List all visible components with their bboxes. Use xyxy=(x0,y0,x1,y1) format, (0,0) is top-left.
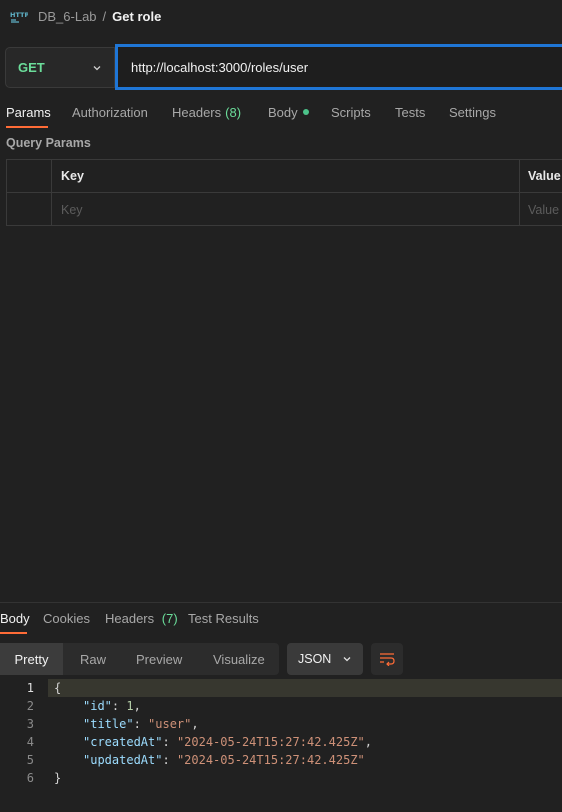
column-header-value: Value xyxy=(528,169,561,183)
method-select[interactable]: GET xyxy=(5,47,115,88)
json-key: "id" xyxy=(83,699,112,713)
code-line: 4 "createdAt": "2024-05-24T15:27:42.425Z… xyxy=(0,733,562,751)
tab-tests-label: Tests xyxy=(395,104,426,120)
code-line: 6 } xyxy=(0,769,562,787)
response-tab-test-results[interactable]: Test Results xyxy=(188,611,259,629)
tab-params-label: Params xyxy=(6,104,51,120)
open-brace: { xyxy=(54,681,62,695)
response-tab-headers[interactable]: Headers (7) xyxy=(105,611,178,629)
line-number: 3 xyxy=(26,717,34,731)
breadcrumb: HTTP DB_6-Lab / Get role xyxy=(10,6,161,26)
chevron-down-icon xyxy=(93,65,101,70)
code-line: 1 { xyxy=(0,679,562,697)
line-number: 2 xyxy=(26,699,34,713)
format-select[interactable]: JSON xyxy=(287,643,363,675)
request-title[interactable]: Get role xyxy=(112,9,161,24)
param-value-placeholder: Value xyxy=(528,202,560,217)
params-empty-row: Key Value xyxy=(7,193,562,226)
query-params-table: Key Value Key Value xyxy=(6,159,562,226)
view-raw-button[interactable]: Raw xyxy=(80,643,106,675)
json-value: "user" xyxy=(148,717,192,731)
params-check-column xyxy=(7,160,52,192)
tab-scripts-label: Scripts xyxy=(331,104,371,120)
response-divider[interactable] xyxy=(0,602,562,603)
tab-body-label: Body xyxy=(268,104,298,120)
body-indicator-dot xyxy=(302,109,309,115)
column-header-key: Key xyxy=(61,169,84,183)
headers-count: (8) xyxy=(225,104,242,120)
json-value: 1 xyxy=(126,699,134,713)
response-headers-count: (7) xyxy=(161,611,178,626)
code-line: 2 "id": 1, xyxy=(0,697,562,715)
response-tab-underline xyxy=(0,632,27,634)
json-key: "updatedAt" xyxy=(83,753,163,767)
tab-authorization[interactable]: Authorization xyxy=(72,98,148,126)
http-request-icon: HTTP xyxy=(10,11,28,23)
json-key: "createdAt" xyxy=(83,735,163,749)
chevron-down-icon xyxy=(343,657,351,662)
tab-authorization-label: Authorization xyxy=(72,104,148,120)
response-tab-body[interactable]: Body xyxy=(0,611,30,629)
tab-headers[interactable]: Headers (8) xyxy=(172,98,241,126)
view-visualize-button[interactable]: Visualize xyxy=(213,643,265,675)
url-text: http://localhost:3000/roles/user xyxy=(131,59,309,75)
response-tab-headers-label: Headers xyxy=(105,611,155,626)
method-label: GET xyxy=(18,60,45,75)
response-tab-cookies[interactable]: Cookies xyxy=(43,611,90,629)
params-header-row: Key Value xyxy=(7,160,562,193)
json-value: "2024-05-24T15:27:42.425Z" xyxy=(176,753,365,767)
params-row-checkbox[interactable] xyxy=(7,193,52,226)
wrap-lines-icon xyxy=(380,653,395,666)
tab-settings[interactable]: Settings xyxy=(449,98,496,126)
request-tabs: Params Authorization Headers (8) Body Sc… xyxy=(0,98,562,128)
wrap-lines-button[interactable] xyxy=(371,643,403,675)
close-brace: } xyxy=(54,771,62,785)
format-label: JSON xyxy=(298,652,332,666)
view-pretty-button[interactable]: Pretty xyxy=(0,643,63,675)
breadcrumb-separator: / xyxy=(102,8,107,24)
view-preview-button[interactable]: Preview xyxy=(136,643,182,675)
line-number: 5 xyxy=(26,753,34,767)
breadcrumb-collection[interactable]: DB_6-Lab xyxy=(38,9,97,24)
param-value-input[interactable]: Value xyxy=(519,193,562,226)
url-input[interactable]: http://localhost:3000/roles/user xyxy=(115,44,562,90)
tab-headers-label: Headers xyxy=(172,104,222,120)
line-number: 4 xyxy=(26,735,34,749)
tab-scripts[interactable]: Scripts xyxy=(331,98,371,126)
param-key-placeholder: Key xyxy=(61,202,83,217)
tab-body[interactable]: Body xyxy=(268,98,309,126)
line-number: 1 xyxy=(26,681,34,695)
json-key: "title" xyxy=(83,717,134,731)
param-key-input[interactable]: Key xyxy=(61,193,83,226)
json-value: "2024-05-24T15:27:42.425Z" xyxy=(176,735,365,749)
code-line: 3 "title": "user", xyxy=(0,715,562,733)
active-tab-underline xyxy=(6,126,48,128)
tab-settings-label: Settings xyxy=(449,104,496,120)
code-line: 5 "updatedAt": "2024-05-24T15:27:42.425Z… xyxy=(0,751,562,769)
line-number: 6 xyxy=(26,771,34,785)
view-mode-group: Pretty Raw Preview Visualize xyxy=(0,643,279,675)
svg-text:HTTP: HTTP xyxy=(10,11,28,19)
tab-params[interactable]: Params xyxy=(6,98,51,126)
query-params-title: Query Params xyxy=(6,136,91,150)
tab-tests[interactable]: Tests xyxy=(395,98,425,126)
